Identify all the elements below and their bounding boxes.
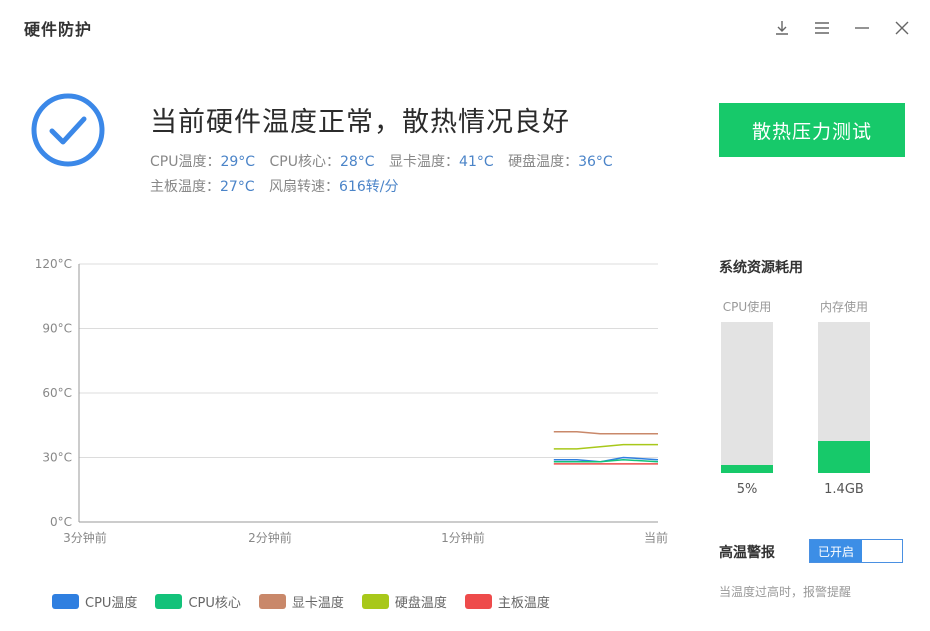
x-tick-label: 3分钟前 xyxy=(63,530,107,545)
high-temp-alarm-toggle[interactable]: 已开启 xyxy=(809,539,903,563)
temperature-chart: 120°C 90°C 60°C 30°C 0°C3分钟前 2分钟前 1分钟前 当前 xyxy=(35,257,668,545)
readings-line-2: 主板温度：27°C 风扇转速：616转/分 xyxy=(150,176,409,196)
legend-swatch xyxy=(361,594,389,609)
cpu-usage-value: 5% xyxy=(736,482,758,497)
y-tick-label: 120°C xyxy=(35,257,72,271)
cpu-usage-label: CPU使用 xyxy=(722,300,772,314)
disk-temp-label: 硬盘温度： xyxy=(508,154,579,170)
y-tick-label: 30°C xyxy=(42,451,72,465)
x-tick-label: 2分钟前 xyxy=(248,530,292,545)
readings-line-1: CPU温度：29°C CPU核心：28°C 显卡温度：41°C 硬盘温度：36°… xyxy=(150,151,623,171)
cpu-temp-value: 29°C xyxy=(220,154,256,170)
legend-label: CPU温度 xyxy=(85,596,138,611)
memory-usage-label: 内存使用 xyxy=(819,300,868,314)
gpu-temp-value: 41°C xyxy=(459,154,494,170)
cpu-usage-bar xyxy=(721,322,773,473)
legend-swatch xyxy=(155,594,183,609)
board-temp-value: 27°C xyxy=(220,179,255,195)
memory-usage-bar xyxy=(818,322,870,473)
legend-swatch xyxy=(464,594,492,609)
fan-speed-value: 616转/分 xyxy=(339,179,399,195)
legend-item: 硬盘温度 xyxy=(361,592,447,611)
window-controls xyxy=(762,14,922,42)
legend-label: CPU核心 xyxy=(188,596,241,611)
chart-legend: CPU温度 CPU核心 显卡温度 硬盘温度 主板温度 xyxy=(52,592,568,611)
minimize-icon xyxy=(855,27,869,29)
legend-label: 主板温度 xyxy=(497,596,550,611)
resources-title: 系统资源耗用 xyxy=(719,260,803,276)
fan-speed-label: 风扇转速： xyxy=(269,179,340,195)
memory-usage-value: 1.4GB xyxy=(824,482,864,497)
board-temp-label: 主板温度： xyxy=(150,179,220,195)
x-tick-label: 1分钟前 xyxy=(441,530,485,545)
app-title: 硬件防护 xyxy=(24,20,93,39)
high-temp-alarm-label: 高温警报 xyxy=(719,545,775,561)
legend-swatch xyxy=(258,594,286,609)
y-tick-label: 90°C xyxy=(42,322,72,336)
cpu-temp-label: CPU温度： xyxy=(150,154,221,170)
close-button[interactable] xyxy=(882,14,922,42)
toggle-on-state: 已开启 xyxy=(810,540,862,562)
minimize-button[interactable] xyxy=(842,14,882,42)
legend-item: CPU核心 xyxy=(155,592,241,611)
menu-button[interactable] xyxy=(802,14,842,42)
legend-label: 显卡温度 xyxy=(291,596,344,611)
menu-icon xyxy=(815,22,829,34)
close-icon xyxy=(895,21,909,35)
y-tick-label: 60°C xyxy=(42,386,72,400)
y-tick-label: 0°C xyxy=(50,515,72,529)
legend-item: CPU温度 xyxy=(52,592,137,611)
memory-usage-fill xyxy=(818,441,870,473)
series-line xyxy=(553,430,658,435)
legend-item: 主板温度 xyxy=(464,592,550,611)
stress-test-button[interactable]: 散热压力测试 xyxy=(719,103,905,157)
legend-label: 硬盘温度 xyxy=(394,596,447,611)
x-tick-label: 当前 xyxy=(644,530,668,545)
download-icon xyxy=(776,21,788,35)
cpu-usage-fill xyxy=(721,465,773,473)
check-circle-icon xyxy=(31,93,105,167)
legend-item: 显卡温度 xyxy=(258,592,344,611)
status-headline: 当前硬件温度正常，散热情况良好 xyxy=(150,107,570,138)
cpu-core-value: 28°C xyxy=(339,154,375,170)
disk-temp-value: 36°C xyxy=(578,154,613,170)
legend-swatch xyxy=(52,594,79,609)
cpu-core-label: CPU核心： xyxy=(269,154,340,170)
download-button[interactable] xyxy=(762,14,802,42)
alarm-note: 当温度过高时，报警提醒 xyxy=(719,585,852,599)
gpu-temp-label: 显卡温度： xyxy=(389,154,460,170)
series-line xyxy=(553,443,658,450)
